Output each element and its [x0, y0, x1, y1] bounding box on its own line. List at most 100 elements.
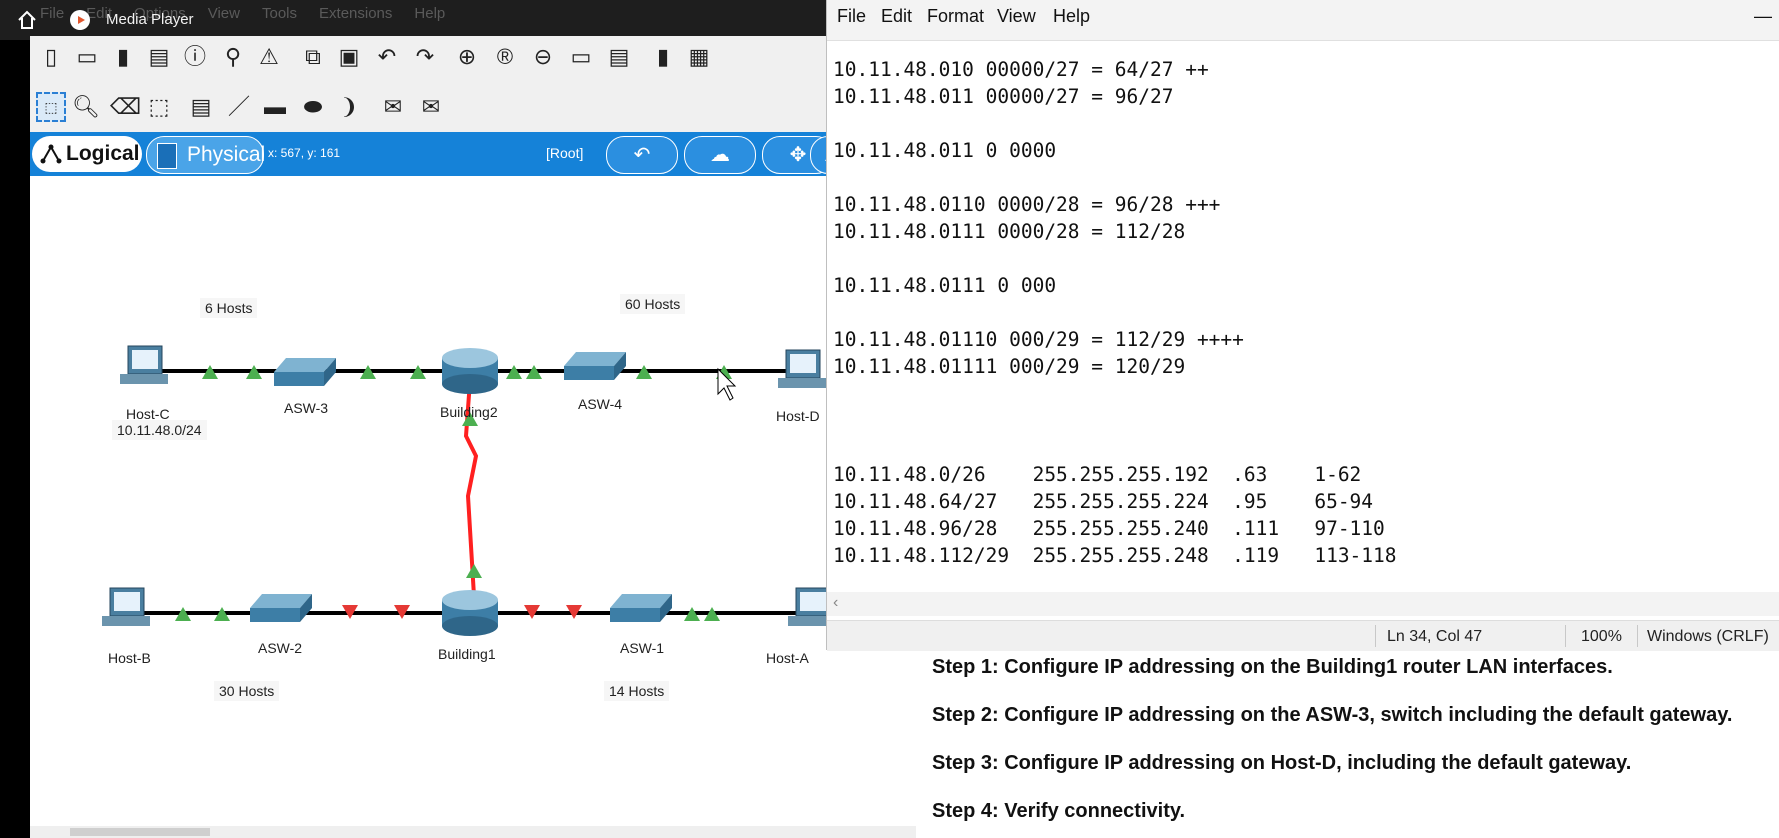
media-player-title: Media Player: [106, 11, 194, 28]
activity-wizard-icon[interactable]: ⚲: [220, 44, 246, 70]
tab-physical[interactable]: Physical: [146, 136, 266, 174]
back-button[interactable]: ↶: [606, 136, 678, 174]
building1-router-icon[interactable]: [442, 590, 498, 636]
notepad-line: [833, 110, 1397, 137]
media-player-logo-icon: [70, 10, 90, 30]
step-2-text: Step 2: Configure IP addressing on the A…: [932, 704, 1733, 726]
physical-rack-icon: [157, 143, 177, 169]
print-icon[interactable]: ▤: [146, 44, 172, 70]
notepad-line: 10.11.48.64/27 255.255.255.224 .95 65-94: [833, 490, 1374, 513]
new-file-icon[interactable]: ▯: [38, 44, 64, 70]
network-info-icon[interactable]: ⚠: [256, 44, 282, 70]
canvas-horizontal-scrollbar[interactable]: [30, 826, 918, 838]
notepad-statusbar: Ln 34, Col 47 100% Windows (CRLF): [827, 620, 1779, 651]
zoom-level: 100%: [1581, 628, 1622, 645]
undo-icon[interactable]: ↶: [374, 44, 400, 70]
notepad-menu-edit[interactable]: Edit: [881, 6, 912, 27]
host-d-label: Host-D: [776, 408, 820, 424]
cluster-icon[interactable]: ▮: [650, 44, 676, 70]
notepad-line: 10.11.48.011 00000/27 = 96/27: [833, 85, 1174, 108]
notepad-window: File Edit Format View Help — 10.11.48.01…: [826, 0, 1779, 651]
inspect-icon[interactable]: 🔍︎: [72, 94, 100, 120]
delete-icon[interactable]: ⌫: [110, 94, 141, 120]
custom-device-icon[interactable]: ▤: [606, 44, 632, 70]
asw-4-switch-icon[interactable]: [564, 352, 626, 380]
notepad-menu-file[interactable]: File: [837, 6, 866, 27]
cursor-position: Ln 34, Col 47: [1387, 628, 1483, 645]
host-a-label: Host-A: [766, 650, 809, 666]
draw-freeform-icon[interactable]: ❩: [336, 94, 362, 120]
topology-drawing: [102, 345, 836, 636]
add-simple-pdu-icon[interactable]: ✉: [380, 94, 406, 120]
paste-icon[interactable]: ▣: [336, 44, 362, 70]
zoom-in-icon[interactable]: ⊕: [454, 44, 480, 70]
building2-label: Building2: [440, 404, 498, 420]
asw-4-label: ASW-4: [578, 396, 623, 412]
notepad-horizontal-scrollbar[interactable]: ‹: [827, 592, 1779, 616]
pt-menu-tools[interactable]: Tools: [262, 5, 297, 22]
notepad-line: [833, 164, 1397, 191]
notepad-line: 10.11.48.01111 000/29 = 120/29: [833, 355, 1186, 378]
pt-menu-help[interactable]: Help: [414, 5, 445, 22]
asw-2-label: ASW-2: [258, 640, 303, 656]
open-folder-icon[interactable]: ▭: [74, 44, 100, 70]
save-icon[interactable]: ▮: [110, 44, 136, 70]
building1-label: Building1: [438, 646, 496, 662]
host-b-pc-icon[interactable]: [102, 587, 150, 626]
pt-menu-view[interactable]: View: [208, 5, 240, 22]
pt-menu-file[interactable]: File: [40, 5, 64, 22]
resize-shape-icon[interactable]: ⬚: [146, 94, 172, 120]
move-icon: ✥: [789, 144, 807, 166]
building2-router-icon[interactable]: [442, 348, 498, 394]
notepad-line: 10.11.48.96/28 255.255.255.240 .111 97-1…: [833, 517, 1385, 540]
note-30-hosts: 30 Hosts: [214, 681, 280, 701]
info-icon[interactable]: ⓘ: [182, 44, 208, 70]
new-cluster-button[interactable]: ☁: [684, 136, 756, 174]
step-1-text: Step 1: Configure IP addressing on the B…: [932, 656, 1613, 678]
workspace-bar: Logical Physical x: 567, y: 161 [Root] ↶…: [30, 132, 852, 176]
note-60-hosts: 60 Hosts: [620, 294, 686, 314]
notepad-menu-format[interactable]: Format: [927, 6, 984, 27]
draw-rectangle-icon[interactable]: ▬: [262, 94, 288, 120]
redo-icon[interactable]: ↷: [412, 44, 438, 70]
asw-2-switch-icon[interactable]: [250, 594, 312, 622]
notepad-line: 10.11.48.010 00000/27 = 64/27 ++: [833, 58, 1209, 81]
copy-icon[interactable]: ⧉: [300, 44, 326, 70]
tab-physical-label: Physical: [187, 143, 266, 166]
host-c-label: Host-C: [126, 406, 170, 422]
device-list-icon[interactable]: ▦: [686, 44, 712, 70]
asw-3-switch-icon[interactable]: [274, 358, 336, 386]
notepad-line: 10.11.48.0111 0000/28 = 112/28: [833, 220, 1186, 243]
scroll-left-icon[interactable]: ‹: [833, 594, 838, 612]
note-6-hosts: 6 Hosts: [200, 298, 258, 318]
pt-menubar-faded: File Edit Options View Tools Extensions Help: [40, 5, 467, 22]
asw-1-switch-icon[interactable]: [610, 594, 672, 622]
draw-line-icon[interactable]: ／: [226, 94, 252, 120]
root-breadcrumb[interactable]: [Root]: [546, 145, 583, 161]
step-3-text: Step 3: Configure IP addressing on Host-…: [932, 752, 1632, 774]
asw-1-label: ASW-1: [620, 640, 665, 656]
cloud-add-icon: ☁: [710, 144, 730, 166]
cursor-coordinates: x: 567, y: 161: [268, 146, 341, 160]
place-note-icon[interactable]: ▤: [188, 94, 214, 120]
notepad-menu-help[interactable]: Help: [1053, 6, 1090, 27]
home-icon[interactable]: [16, 9, 38, 31]
pt-main-toolbar: ▯ ▭ ▮ ▤ ⓘ ⚲ ⚠ ⧉ ▣ ↶ ↷ ⊕ ® ⊖ ▭ ▤ ▮ ▦: [30, 36, 830, 82]
notepad-menu-view[interactable]: View: [997, 6, 1036, 27]
notepad-line: [833, 245, 1397, 272]
minimize-icon[interactable]: —: [1754, 6, 1772, 27]
host-c-pc-icon[interactable]: [120, 345, 168, 384]
tab-logical[interactable]: Logical: [32, 136, 142, 172]
zoom-out-icon[interactable]: ⊖: [530, 44, 556, 70]
topology-canvas[interactable]: 6 Hosts 60 Hosts 10.11.48.0/24 30 Hosts …: [30, 176, 918, 826]
drawing-palette-icon[interactable]: ▭: [568, 44, 594, 70]
notepad-text-area[interactable]: 10.11.48.010 00000/27 = 64/27 ++ 10.11.48…: [833, 56, 1397, 569]
add-complex-pdu-icon[interactable]: ✉: [418, 94, 444, 120]
draw-ellipse-icon[interactable]: ⬬: [300, 94, 326, 120]
pt-menu-extensions[interactable]: Extensions: [319, 5, 392, 22]
canvas-scroll-thumb[interactable]: [70, 828, 210, 836]
note-network: 10.11.48.0/24: [112, 420, 207, 440]
notepad-menubar: File Edit Format View Help —: [827, 0, 1779, 41]
zoom-reset-icon[interactable]: ®: [492, 44, 518, 70]
select-tool-icon[interactable]: ⬚: [36, 92, 66, 122]
